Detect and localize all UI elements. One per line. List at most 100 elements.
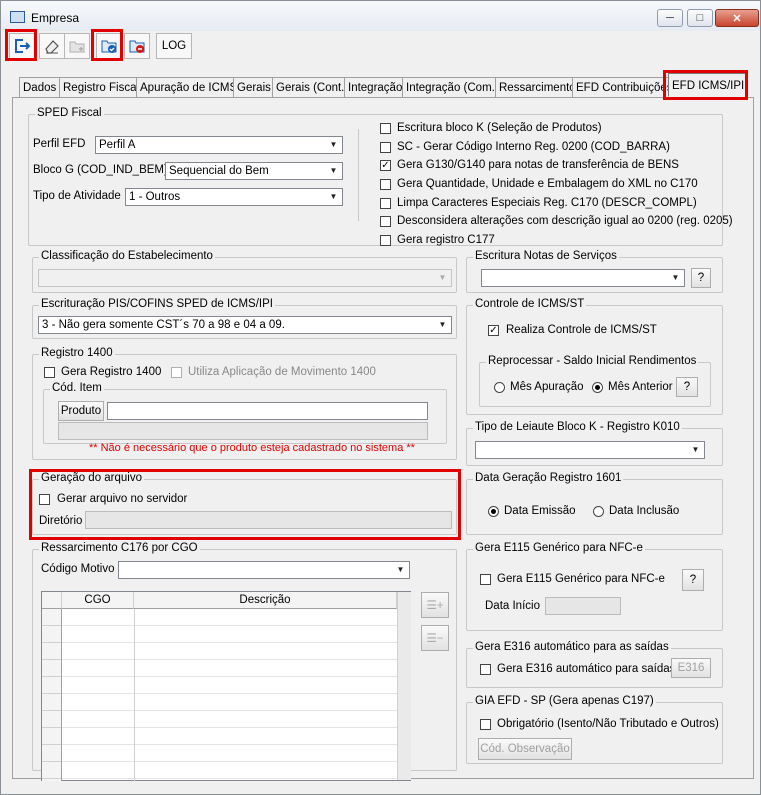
check-e316-label: Gera E316 automático para saídas [497,663,676,675]
produto-input[interactable] [107,402,428,420]
radio-mes-apuracao-label: Mês Apuração [510,381,584,393]
clear-button[interactable] [39,33,65,59]
grid-col-separator [134,609,135,781]
check-sc-codigo[interactable] [380,142,391,153]
tab-efd-contribuicoes[interactable]: EFD Contribuições [572,77,677,97]
check-quantidade-label: Gera Quantidade, Unidade e Embalagem do … [397,178,698,190]
check-e115[interactable] [480,574,491,585]
check-gera-1400-label: Gera Registro 1400 [61,366,162,378]
check-gera-1400[interactable] [44,367,55,378]
grid-header-descricao[interactable]: Descrição [134,592,397,609]
perfil-efd-select[interactable]: Perfil A ▼ [95,136,343,154]
escritura-servicos-label: Escritura Notas de Serviços [473,250,619,262]
reprocessar-label: Reprocessar - Saldo Inicial Rendimentos [486,355,699,367]
radio-mes-anterior[interactable] [592,382,603,393]
radio-data-emissao[interactable] [488,506,499,517]
radio-data-inclusao-label: Data Inclusão [609,505,680,517]
title-bar: Empresa ─ □ ✕ [1,1,760,31]
radio-data-emissao-label: Data Emissão [504,505,576,517]
check-utiliza-1400[interactable] [171,367,182,378]
check-c177[interactable] [380,235,391,246]
minimize-button[interactable]: ─ [657,9,683,27]
folder-add-icon [69,41,85,53]
produto-button[interactable]: Produto [58,401,104,421]
check-bloco-k-label: Escritura bloco K (Seleção de Produtos) [397,122,602,134]
new-folder-button[interactable] [64,33,90,59]
pis-cofins-label: Escrituração PIS/COFINS SPED de ICMS/IPI [39,298,275,310]
check-limpa-caracteres-label: Limpa Caracteres Especiais Reg. C170 (DE… [397,197,697,209]
cgo-grid[interactable]: CGO Descrição [41,591,411,781]
bloco-g-select[interactable]: Sequencial do Bem ▼ [165,162,343,180]
check-bloco-k[interactable] [380,123,391,134]
check-gia[interactable] [480,719,491,730]
check-desconsidera-label: Desconsidera alterações com descrição ig… [397,215,733,227]
radio-mes-apuracao[interactable] [494,382,505,393]
sped-fiscal-label: SPED Fiscal [35,107,104,119]
e316-button[interactable]: E316 [671,658,711,678]
grid-scrollbar[interactable] [397,592,411,780]
classificacao-label: Classificação do Estabelecimento [39,250,215,262]
escritura-servicos-select[interactable]: ▼ [481,269,685,287]
radio-data-inclusao[interactable] [593,506,604,517]
checkmark-icon: ✓ [489,325,498,336]
check-sc-codigo-label: SC - Gerar Código Interno Reg. 0200 (COD… [397,141,670,153]
minimize-icon: ─ [666,12,674,24]
remove-row-icon: ☰− [426,633,444,645]
registro-1400-label: Registro 1400 [39,347,115,359]
produto-description [58,422,428,440]
pis-cofins-select[interactable]: 3 - Não gera somente CST´s 70 a 98 e 04 … [38,316,452,334]
grid-header-cgo[interactable]: CGO [62,592,134,609]
check-limpa-caracteres[interactable] [380,198,391,209]
tipo-atividade-select[interactable]: 1 - Outros ▼ [125,188,343,206]
delete-button[interactable] [124,33,150,59]
close-button[interactable]: ✕ [715,9,759,27]
add-row-button[interactable]: ☰+ [421,592,449,618]
tab-apuracao-icms[interactable]: Apuração de ICMS [136,77,242,97]
check-g130[interactable]: ✓ [380,160,391,171]
chevron-down-icon: ▼ [438,273,447,282]
grid-corner [42,592,62,609]
maximize-button[interactable]: □ [687,9,713,27]
remove-row-button[interactable]: ☰− [421,625,449,651]
check-quantidade[interactable] [380,179,391,190]
cod-observacao-button[interactable]: Cód. Observação [478,738,572,760]
check-controle-st[interactable]: ✓ [488,325,499,336]
check-utiliza-1400-label: Utiliza Aplicação de Movimento 1400 [188,366,376,378]
check-desconsidera[interactable] [380,216,391,227]
grid-row-headers [42,609,62,781]
ressarcimento-label: Ressarcimento C176 por CGO [39,542,200,554]
reprocessar-help-button[interactable]: ? [676,377,698,397]
maximize-icon: □ [696,12,704,24]
tab-integracao[interactable]: Integração [344,77,407,97]
classificacao-select[interactable]: ▼ [38,269,452,287]
grid-rows [62,609,397,781]
tab-registro-fiscal[interactable]: Registro Fiscal [59,77,144,97]
tab-ressarcimento[interactable]: Ressarcimento [495,77,580,97]
data-1601-label: Data Geração Registro 1601 [473,472,624,484]
tipo-atividade-label: Tipo de Atividade [33,190,121,202]
tab-integracao-com[interactable]: Integração (Com.) [402,77,503,97]
check-gia-label: Obrigatório (Isento/Não Tributado e Outr… [497,718,719,730]
data-inicio-label: Data Início [485,600,540,612]
chevron-down-icon: ▼ [671,273,680,282]
check-e316[interactable] [480,664,491,675]
highlight-tab [663,70,748,100]
codigo-motivo-label: Código Motivo [41,563,115,575]
chevron-down-icon: ▼ [396,565,405,574]
codigo-motivo-select[interactable]: ▼ [118,561,410,579]
chevron-down-icon: ▼ [329,140,338,149]
close-icon: ✕ [732,12,742,25]
leiaute-k-select[interactable]: ▼ [475,441,705,459]
highlight-exit [5,29,37,61]
tab-dados[interactable]: Dados [19,77,61,97]
tab-gerais-cont[interactable]: Gerais (Cont.) [272,77,353,97]
perfil-efd-label: Perfil EFD [33,138,86,150]
e115-help-button[interactable]: ? [682,569,704,591]
add-row-icon: ☰+ [426,600,444,612]
log-button[interactable]: LOG [156,33,192,59]
chevron-down-icon: ▼ [329,166,338,175]
tab-gerais[interactable]: Gerais [233,77,275,97]
leiaute-k-label: Tipo de Leiaute Bloco K - Registro K010 [473,421,682,433]
escritura-servicos-help-button[interactable]: ? [691,268,711,288]
data-inicio-input[interactable] [545,597,621,615]
